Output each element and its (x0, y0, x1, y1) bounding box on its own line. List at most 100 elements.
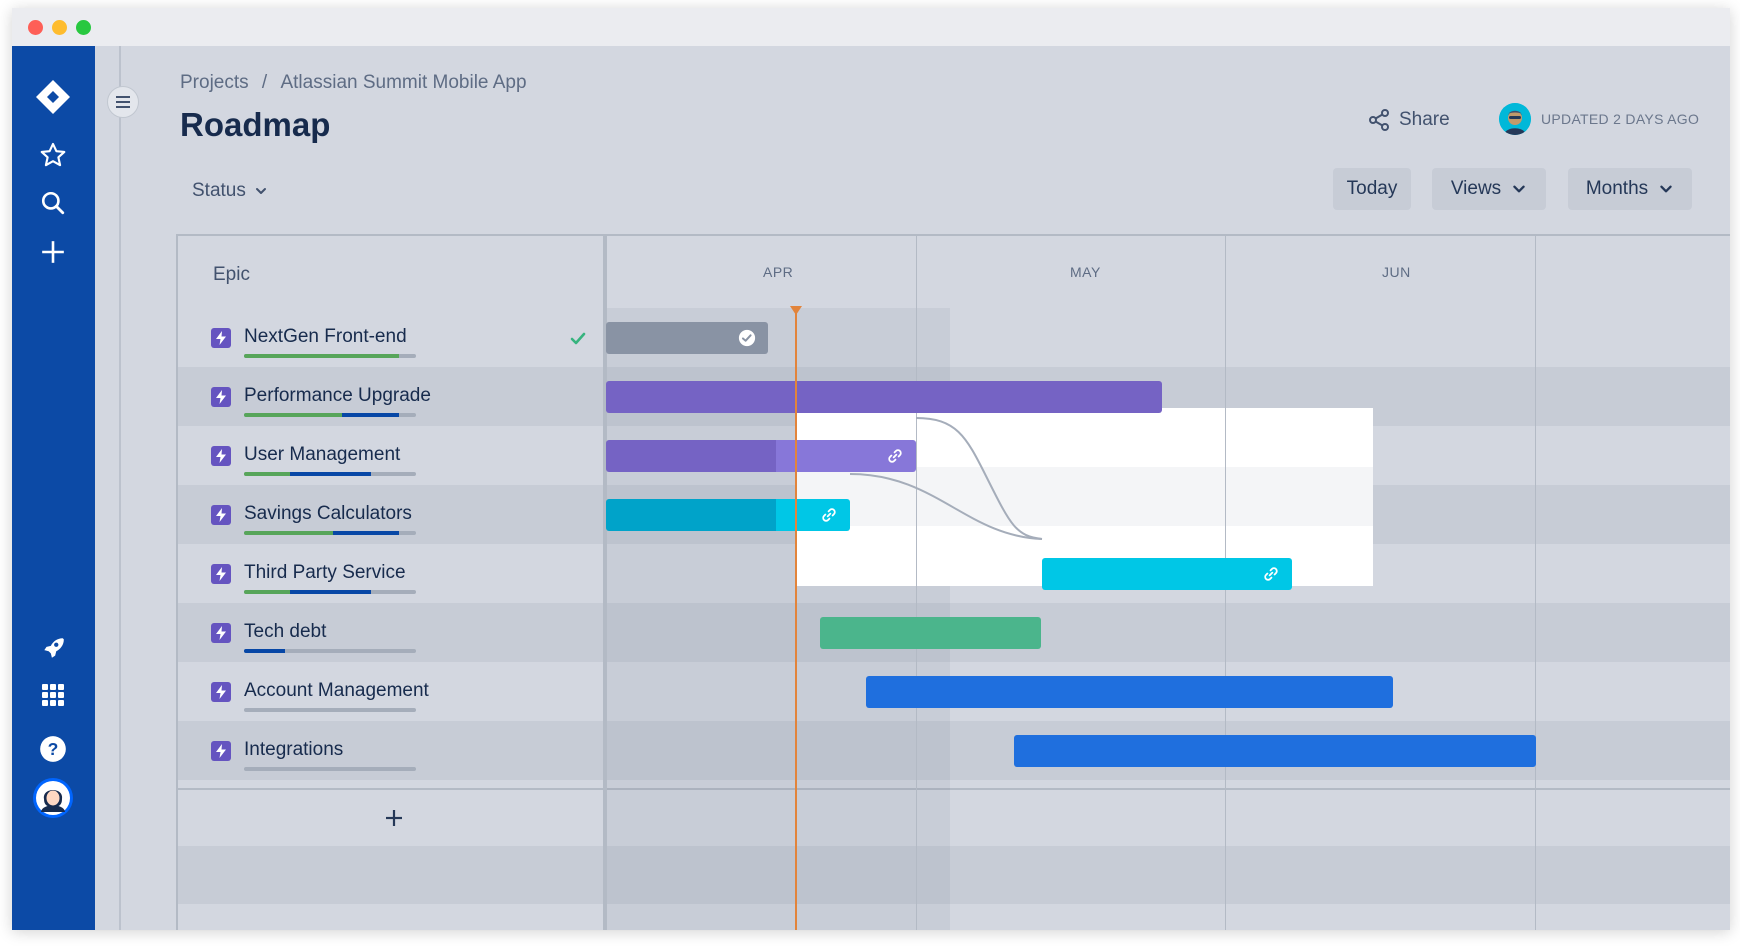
epic-progress-bar (244, 531, 416, 535)
epic-timeline-bar[interactable] (606, 440, 916, 472)
epic-row[interactable]: Performance Upgrade (178, 367, 603, 426)
epic-progress-bar (244, 649, 416, 653)
month-divider (1535, 236, 1536, 930)
epic-name[interactable]: Third Party Service (244, 562, 406, 584)
month-label-jun: JUN (1382, 264, 1411, 280)
link-icon[interactable] (1262, 565, 1280, 583)
epic-name[interactable]: Tech debt (244, 621, 326, 643)
epic-timeline-bar[interactable] (1014, 735, 1536, 767)
epic-timeline-bar[interactable] (606, 381, 1162, 413)
app-switcher-icon[interactable] (32, 674, 74, 716)
epic-name[interactable]: User Management (244, 444, 400, 466)
epic-bolt-icon (215, 685, 227, 699)
maximize-window-button[interactable] (76, 20, 91, 35)
epic-icon (211, 623, 231, 643)
link-icon[interactable] (820, 506, 838, 524)
epic-name[interactable]: Integrations (244, 739, 343, 761)
rail-divider (119, 46, 121, 930)
breadcrumb: Projects / Atlassian Summit Mobile App (180, 72, 527, 94)
epic-bolt-icon (215, 390, 227, 404)
epic-list: Epic NextGen Front-end Performance Upgrad… (178, 236, 603, 930)
breadcrumb-project[interactable]: Atlassian Summit Mobile App (280, 72, 526, 94)
progress-in-progress (342, 413, 399, 417)
roadmap-grid: Epic NextGen Front-end Performance Upgrad… (176, 234, 1730, 930)
timeline: APR MAY JUN (606, 236, 1730, 930)
progress-in-progress (290, 590, 371, 594)
add-epic-row (178, 788, 603, 848)
plus-icon (384, 808, 404, 828)
check-circle-icon (738, 329, 756, 347)
epic-column-header: Epic (178, 236, 603, 310)
user-avatar-icon[interactable] (32, 777, 74, 819)
today-label: Today (1347, 178, 1398, 200)
epic-icon (211, 446, 231, 466)
epic-bolt-icon (215, 331, 227, 345)
create-plus-icon[interactable] (32, 231, 74, 273)
today-line (795, 308, 797, 930)
epic-bolt-icon (215, 567, 227, 581)
epic-name[interactable]: Performance Upgrade (244, 385, 431, 407)
progress-done (244, 472, 290, 476)
highlight-stripe (796, 467, 1373, 526)
epic-name[interactable]: Account Management (244, 680, 429, 702)
today-button[interactable]: Today (1333, 168, 1411, 210)
epic-row[interactable]: NextGen Front-end (178, 308, 603, 367)
app-window: ? Projects / Atlassian Summit Mobile App… (12, 8, 1730, 930)
epic-row[interactable]: Account Management (178, 662, 603, 721)
epic-row[interactable]: Integrations (178, 721, 603, 780)
epic-row[interactable]: Savings Calculators (178, 485, 603, 544)
avatar[interactable] (1499, 103, 1531, 135)
chevron-down-icon (1658, 181, 1674, 197)
menu-icon (116, 96, 130, 108)
epic-timeline-bar[interactable] (820, 617, 1041, 649)
progress-in-progress (244, 649, 285, 653)
chevron-down-icon (1511, 181, 1527, 197)
months-dropdown[interactable]: Months (1568, 168, 1692, 210)
month-label-apr: APR (763, 264, 793, 280)
jira-logo-icon[interactable] (32, 76, 74, 118)
epic-timeline-bar[interactable] (1042, 558, 1292, 590)
window-titlebar (12, 8, 1730, 46)
link-icon[interactable] (886, 447, 904, 465)
epic-progress-bar (244, 354, 416, 358)
epic-row[interactable]: User Management (178, 426, 603, 485)
epic-timeline-bar[interactable] (606, 499, 850, 531)
month-divider (916, 236, 917, 930)
add-epic-button[interactable] (380, 804, 408, 832)
minimize-window-button[interactable] (52, 20, 67, 35)
month-label-may: MAY (1070, 264, 1101, 280)
epic-row[interactable]: Tech debt (178, 603, 603, 662)
epic-timeline-bar[interactable] (866, 676, 1393, 708)
help-icon[interactable]: ? (32, 728, 74, 770)
updated-indicator: UPDATED 2 DAYS AGO (1499, 103, 1699, 135)
progress-in-progress (290, 472, 371, 476)
avatar-icon (1499, 103, 1531, 135)
status-filter-dropdown[interactable]: Status (192, 180, 268, 202)
epic-bolt-icon (215, 508, 227, 522)
empty-row (178, 904, 603, 930)
epic-icon (211, 328, 231, 348)
epic-progress-bar (244, 472, 416, 476)
epic-progress-bar (244, 413, 416, 417)
collapse-sidebar-button[interactable] (107, 86, 139, 118)
search-icon[interactable] (32, 182, 74, 224)
breadcrumb-projects[interactable]: Projects (180, 72, 249, 94)
secondary-nav-rail (95, 46, 153, 930)
epic-icon (211, 564, 231, 584)
epic-row[interactable]: Third Party Service (178, 544, 603, 603)
epic-name[interactable]: Savings Calculators (244, 503, 412, 525)
progress-in-progress (333, 531, 398, 535)
page-title: Roadmap (180, 106, 330, 144)
close-window-button[interactable] (28, 20, 43, 35)
views-dropdown[interactable]: Views (1432, 168, 1546, 210)
epic-timeline-bar[interactable] (606, 322, 768, 354)
rocket-icon[interactable] (32, 627, 74, 669)
epic-bolt-icon (215, 449, 227, 463)
global-navigation: ? (12, 46, 95, 930)
epic-progress-bar (244, 708, 416, 712)
epic-name[interactable]: NextGen Front-end (244, 326, 407, 348)
progress-done (244, 531, 333, 535)
epic-icon (211, 387, 231, 407)
share-button[interactable]: Share (1367, 108, 1450, 132)
star-icon[interactable] (32, 134, 74, 176)
